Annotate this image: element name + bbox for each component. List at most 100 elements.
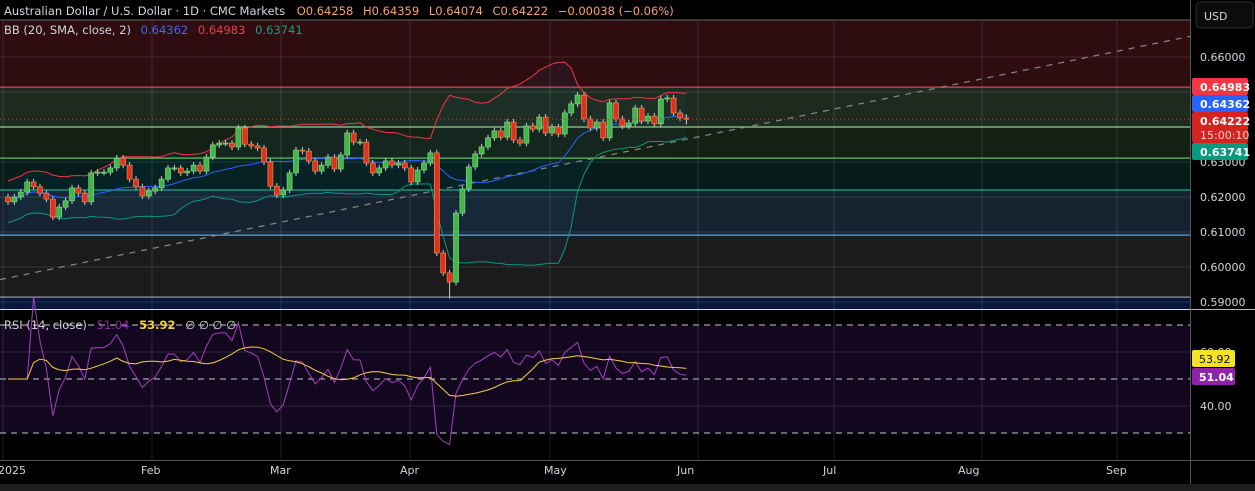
candle-down	[369, 162, 376, 174]
candle-up	[184, 170, 191, 174]
candle-up	[568, 103, 575, 114]
ohlc-close: C0.64222	[492, 4, 548, 18]
candle-down	[497, 130, 504, 138]
symbol-legend[interactable]: Australian Dollar / U.S. Dollar · 1D · C…	[4, 4, 674, 18]
candle-up	[395, 162, 402, 166]
chart-canvas[interactable]: Australian Dollar / U.S. Dollar · 1D · C…	[0, 0, 1255, 491]
bb-upper-tag: 0.64983	[1192, 78, 1250, 95]
price-tick: 0.61000	[1200, 226, 1246, 239]
time-axis[interactable]: 2025 Feb Mar Apr May Jun Jul Aug Sep	[0, 464, 1127, 477]
time-tick: Jun	[676, 464, 694, 477]
candle-up	[235, 127, 242, 148]
rsi-ma-value: 53.92	[139, 318, 175, 332]
candle-down	[440, 252, 447, 274]
candle-up	[459, 188, 466, 214]
price-axis-bg	[1191, 0, 1255, 491]
candle-up	[357, 141, 363, 144]
candle-up	[17, 191, 24, 198]
rsi-value: 51.04	[97, 318, 130, 332]
candle-up	[472, 153, 479, 168]
candle-down	[677, 112, 683, 119]
candle-up	[286, 172, 293, 191]
candle-up	[145, 190, 152, 197]
candle-up	[453, 212, 459, 283]
candle-down	[651, 115, 658, 125]
candle-up	[645, 115, 651, 122]
rsi-tick: 40.00	[1200, 400, 1232, 413]
candle-up	[165, 167, 171, 180]
bar-countdown: 15:00:10	[1200, 129, 1249, 142]
svg-text:0.64222: 0.64222	[1200, 115, 1250, 128]
candle-up	[222, 142, 229, 145]
candle-down	[273, 185, 280, 196]
candle-down	[197, 164, 203, 172]
candle-down	[581, 94, 587, 120]
bb-label: BB (20, SMA, close, 2)	[4, 23, 131, 37]
candle-down	[229, 142, 235, 148]
candle-down	[261, 147, 267, 163]
time-tick: Apr	[400, 464, 420, 477]
candle-down	[139, 186, 146, 197]
candle-up	[344, 132, 351, 156]
candle-up	[56, 206, 63, 218]
candle-up	[574, 94, 581, 105]
candle-down	[5, 196, 11, 203]
candle-down	[49, 198, 56, 218]
candle-up	[171, 167, 178, 170]
candle-up	[382, 160, 389, 169]
candle-up	[152, 187, 159, 192]
candle-up	[485, 137, 491, 148]
candle-up	[561, 112, 568, 135]
rsi-value-tag: 51.04	[1192, 368, 1235, 385]
candle-down	[133, 178, 139, 188]
candle-down	[305, 150, 312, 162]
candle-up	[113, 157, 120, 169]
time-tick: Jul	[822, 464, 836, 477]
candle-up	[24, 181, 31, 193]
candle-down	[43, 192, 50, 200]
candle-down	[37, 186, 43, 194]
zone-band	[0, 297, 1190, 309]
candle-up	[69, 187, 75, 202]
rsi-extras: ∅ ∅ ∅ ∅	[185, 318, 236, 332]
candle-down	[408, 167, 415, 183]
svg-text:53.92: 53.92	[1199, 353, 1231, 366]
candle-up	[11, 196, 18, 203]
candle-down	[555, 126, 562, 135]
candle-up	[465, 166, 472, 190]
bb-legend[interactable]: BB (20, SMA, close, 2) 0.64362 0.64983 0…	[4, 23, 303, 37]
candle-down	[433, 152, 440, 254]
symbol-title: Australian Dollar / U.S. Dollar · 1D · C…	[4, 4, 285, 18]
candle-down	[638, 107, 645, 122]
candle-up	[504, 121, 511, 138]
candle-up	[523, 125, 530, 144]
candle-down	[510, 121, 517, 141]
candle-down	[126, 164, 133, 180]
bb-basis-tag: 0.64362	[1192, 95, 1250, 112]
candle-up	[203, 156, 210, 172]
bottom-scrollbar[interactable]	[0, 484, 1255, 491]
candle-up	[414, 169, 421, 183]
rsi-ma-tag: 53.92	[1192, 350, 1235, 367]
candle-down	[81, 192, 88, 203]
candle-down	[312, 160, 319, 172]
candle-down	[241, 127, 248, 145]
candle-up	[657, 98, 664, 125]
rsi-label: RSI (14, close)	[4, 318, 87, 332]
candle-up	[421, 162, 427, 171]
rsi-legend[interactable]: RSI (14, close) 51.04 53.92 ∅ ∅ ∅ ∅	[4, 318, 236, 332]
candle-up	[107, 167, 114, 173]
candle-up	[427, 152, 434, 164]
last-price-tag: 0.64222 15:00:10	[1192, 112, 1250, 143]
candle-up	[376, 167, 383, 174]
candle-down	[177, 167, 184, 174]
candle-up	[88, 172, 95, 203]
candle-down	[120, 157, 127, 166]
candle-down	[600, 121, 607, 139]
ohlc-low: L0.64074	[429, 4, 483, 18]
candle-down	[389, 160, 395, 166]
currency-button[interactable]: USD	[1195, 1, 1254, 29]
price-tick: 0.59000	[1200, 296, 1246, 309]
time-tick: May	[544, 464, 567, 477]
price-tick: 0.66000	[1200, 51, 1246, 64]
